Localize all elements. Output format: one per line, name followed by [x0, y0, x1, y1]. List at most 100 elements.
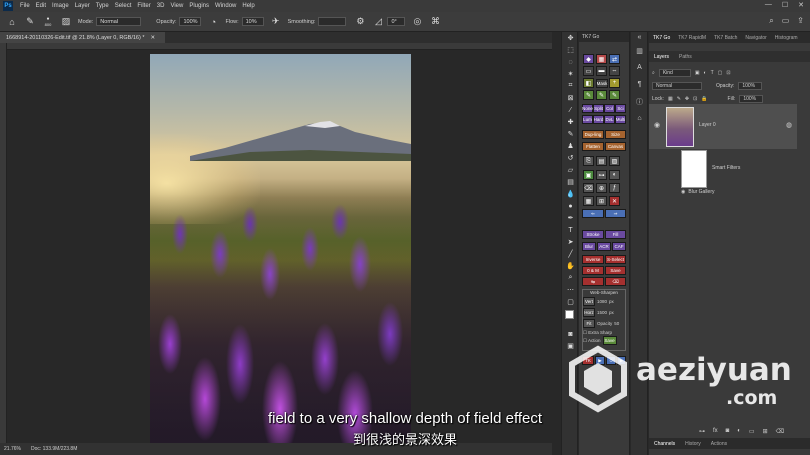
pen-tool-icon[interactable]: ✒ — [562, 212, 579, 224]
vert-value[interactable]: 1080 — [597, 299, 607, 304]
multi-button[interactable]: Multi — [615, 115, 626, 124]
pressure-opacity-icon[interactable]: ◔ — [207, 16, 219, 28]
document-tab[interactable]: 1668914-20110326-Edit.tif @ 21.8% (Layer… — [0, 32, 165, 43]
save-button[interactable]: Save — [605, 266, 626, 275]
tk-trash-button[interactable]: ⌫ — [605, 277, 626, 286]
vert-button[interactable]: Vert — [583, 297, 595, 306]
fit-button[interactable]: Fit — [583, 319, 595, 328]
lasso-tool-icon[interactable]: ◌ — [562, 56, 579, 68]
menu-view[interactable]: View — [170, 3, 183, 9]
split-button[interactable]: Split — [593, 104, 604, 113]
acr-button[interactable]: ACR — [597, 242, 611, 251]
flow-field[interactable]: 10% — [241, 17, 264, 26]
menu-select[interactable]: Select — [115, 3, 132, 9]
frame-tool-icon[interactable]: ⊠ — [562, 92, 579, 104]
dodge-tool-icon[interactable]: ● — [562, 200, 579, 212]
symmetry-icon[interactable]: ⌘ — [429, 16, 441, 28]
adjust-icon[interactable]: ◐ — [609, 170, 620, 180]
filter-smart-icon[interactable]: ⊡ — [726, 70, 730, 76]
col-button[interactable]: Col — [604, 104, 615, 113]
dup-button[interactable]: Dup-ling — [582, 130, 604, 139]
home-icon[interactable]: ⌂ — [6, 16, 18, 28]
brush-tool-icon[interactable]: ✎ — [562, 128, 579, 140]
tk-logo-icon[interactable]: ◆ — [583, 54, 594, 64]
brush-settings-icon[interactable]: ▨ — [60, 16, 72, 28]
trash-icon[interactable]: ⌫ — [583, 183, 594, 193]
smoothing-gear-icon[interactable]: ⚙ — [354, 16, 366, 28]
horz-button[interactable]: Horz — [583, 308, 595, 317]
menu-3d[interactable]: 3D — [157, 3, 165, 9]
eraser-tool-icon[interactable]: ▱ — [562, 164, 579, 176]
green-layer-icon[interactable]: ▣ — [583, 170, 594, 180]
swatches-icon[interactable]: ▥ — [631, 42, 648, 59]
lock-move-icon[interactable]: ✥ — [685, 96, 689, 102]
flatten-button[interactable]: Flatten — [582, 142, 604, 151]
layer-opacity-field[interactable]: 100% — [738, 81, 763, 90]
blur-gallery-row[interactable]: ◉ Blur Gallery — [681, 189, 715, 195]
maximize-icon[interactable]: ☐ — [782, 1, 788, 9]
tab-navigator[interactable]: Navigator — [741, 35, 770, 41]
menu-plugins[interactable]: Plugins — [189, 3, 209, 9]
layer-icon[interactable]: ◧ — [583, 78, 594, 88]
document-image[interactable] — [150, 54, 411, 443]
tab-tk7-go[interactable]: TK7 Go — [649, 35, 674, 41]
workspace-icon[interactable]: ▭ — [782, 16, 790, 26]
opacity-value[interactable]: 50 — [614, 321, 619, 326]
visibility-eye-icon[interactable]: ◉ — [654, 121, 660, 129]
gradient-tool-icon[interactable]: ▤ — [562, 176, 579, 188]
link-icon[interactable]: ⊶ — [596, 170, 607, 180]
filter-visibility-eye-icon[interactable]: ◉ — [681, 189, 685, 195]
edit-toolbar-icon[interactable]: ▢ — [562, 296, 579, 308]
crop-tool-icon[interactable]: ⌗ — [562, 80, 579, 92]
arrow-left-button[interactable]: ⇐ — [582, 209, 604, 218]
menu-window[interactable]: Window — [215, 3, 236, 9]
character-icon[interactable]: A — [631, 59, 648, 76]
smart-filter-mask-thumbnail[interactable] — [681, 150, 707, 188]
menu-image[interactable]: Image — [52, 3, 69, 9]
o-and-m-button[interactable]: 0 & M — [582, 266, 604, 275]
none-button[interactable]: None — [582, 104, 593, 113]
move-tool-icon[interactable]: ✥ — [562, 32, 579, 44]
menu-type[interactable]: Type — [96, 3, 109, 9]
delete-icon[interactable]: ✕ — [609, 196, 620, 206]
mask-button[interactable]: Mask — [596, 79, 608, 88]
brush-preset-icon[interactable]: ● 800 — [42, 16, 54, 28]
angle-field[interactable]: 0° — [387, 17, 406, 26]
airbrush-icon[interactable]: ✈ — [270, 16, 282, 28]
sci-button[interactable]: Sci — [615, 104, 626, 113]
lock-artboard-icon[interactable]: ⊡ — [693, 96, 697, 102]
smoothing-field[interactable] — [318, 17, 347, 26]
brush-layer-2-icon[interactable]: ✎ — [596, 90, 607, 100]
minimize-icon[interactable]: — — [765, 1, 772, 9]
filter-pixel-icon[interactable]: ▣ — [695, 70, 700, 76]
filter-type-icon[interactable]: T — [711, 70, 714, 76]
s-select-button[interactable]: S-Select — [605, 255, 626, 264]
blur-button[interactable]: Blur — [582, 242, 596, 251]
libraries-icon[interactable]: ⌂ — [631, 110, 648, 127]
pressure-size-icon[interactable]: ◎ — [411, 16, 423, 28]
zoom-tool-icon[interactable]: ⌕ — [562, 272, 579, 284]
tab-layers[interactable]: Layers — [649, 54, 674, 60]
path-select-tool-icon[interactable]: ➤ — [562, 236, 579, 248]
menu-layer[interactable]: Layer — [75, 3, 90, 9]
type-tool-icon[interactable]: T — [562, 224, 579, 236]
action-checkbox[interactable]: ☐ Action — [583, 338, 601, 344]
image-icon[interactable]: ▨ — [609, 156, 620, 166]
stamp-tool-icon[interactable]: ♟ — [562, 140, 579, 152]
brush-layer-3-icon[interactable]: ✎ — [609, 90, 620, 100]
brush-tool-icon[interactable]: ✎ — [24, 16, 36, 28]
marquee-tool-icon[interactable]: ⬚ — [562, 44, 579, 56]
new-doc-icon[interactable]: ▭ — [583, 66, 594, 76]
tab-tk7-batch[interactable]: TK7 Batch — [710, 35, 741, 41]
menu-file[interactable]: File — [20, 3, 30, 9]
expand-panels-icon[interactable]: « — [631, 32, 648, 42]
tab-paths[interactable]: Paths — [674, 54, 697, 60]
lock-all-icon[interactable]: 🔒 — [701, 96, 707, 102]
info-icon[interactable]: ⓘ — [631, 93, 648, 110]
stroke-button[interactable]: Stroke — [582, 230, 604, 239]
fill-field[interactable]: 100% — [739, 94, 764, 103]
group-icon[interactable]: ▦ — [583, 196, 594, 206]
lock-pixels-icon[interactable]: ▦ — [668, 96, 673, 102]
fill-button[interactable]: Fill — [605, 230, 626, 239]
hand-tool-icon[interactable]: ✋ — [562, 260, 579, 272]
